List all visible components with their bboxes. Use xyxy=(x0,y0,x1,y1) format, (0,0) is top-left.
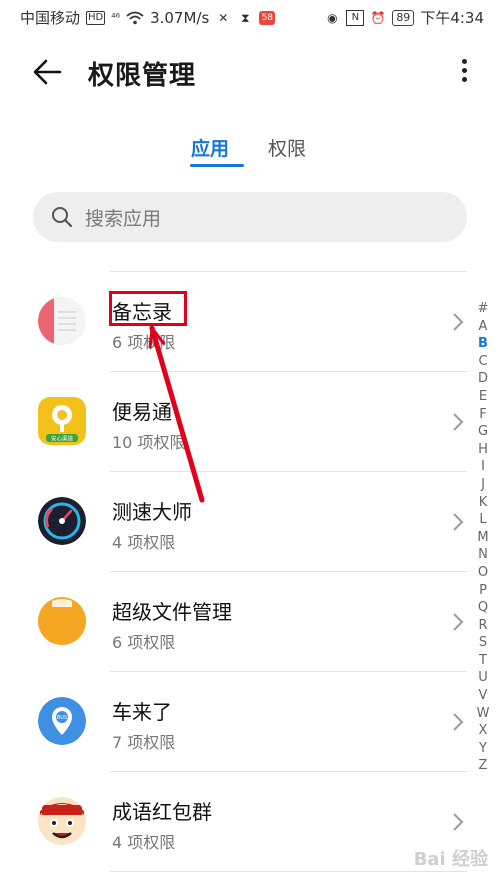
tab-permissions[interactable]: 权限 xyxy=(268,134,306,161)
index-letter[interactable]: T xyxy=(474,652,492,670)
more-options-icon[interactable] xyxy=(454,56,474,90)
bianyitong-icon: 安心渠道 xyxy=(38,397,86,445)
index-letter[interactable]: J xyxy=(474,476,492,494)
chevron-right-icon xyxy=(453,613,464,631)
index-letter[interactable]: M xyxy=(474,529,492,547)
folder-icon xyxy=(38,597,86,645)
network-speed: 3.07M/s xyxy=(150,8,210,27)
app-name: 测速大师 xyxy=(112,500,192,524)
index-letter[interactable]: H xyxy=(474,441,492,459)
idiom-character-icon xyxy=(38,797,86,845)
app-name: 车来了 xyxy=(112,700,172,724)
index-letter[interactable]: Q xyxy=(474,599,492,617)
index-letter[interactable]: Z xyxy=(474,757,492,775)
permission-count: 6 项权限 xyxy=(112,333,176,352)
index-letter[interactable]: G xyxy=(474,423,492,441)
alarm-icon: ⏰ xyxy=(370,10,386,25)
tab-bar: 应用 权限 xyxy=(0,130,500,170)
annotation-highlight-box xyxy=(109,291,187,326)
app-name: 成语红包群 xyxy=(112,800,212,824)
active-tab-indicator xyxy=(190,164,244,167)
status-bar: 中国移动 HD ⁴⁶ 3.07M/s ✕ ⧗ 58 ◉ N ⏰ 89 下午4:3… xyxy=(0,0,500,34)
clock: 下午4:34 xyxy=(420,9,484,27)
index-letter[interactable]: N xyxy=(474,546,492,564)
index-letter[interactable]: F xyxy=(474,406,492,424)
index-letter[interactable]: W xyxy=(474,705,492,723)
carrier-label: 中国移动 xyxy=(20,9,81,27)
index-letter[interactable]: V xyxy=(474,687,492,705)
memo-icon xyxy=(38,297,86,345)
index-letter[interactable]: I xyxy=(474,458,492,476)
permission-count: 4 项权限 xyxy=(112,833,176,852)
list-item[interactable]: 成语红包群 4 项权限 xyxy=(0,772,480,872)
index-letter[interactable]: E xyxy=(474,388,492,406)
chevron-right-icon xyxy=(453,713,464,731)
index-letter[interactable]: P xyxy=(474,582,492,600)
speedometer-icon xyxy=(38,497,86,545)
hourglass-icon: ⧗ xyxy=(241,10,250,25)
eye-icon: ◉ xyxy=(327,10,338,25)
permission-count: 10 项权限 xyxy=(112,433,186,452)
search-placeholder: 搜索应用 xyxy=(85,208,162,230)
back-arrow-icon[interactable] xyxy=(30,54,66,90)
list-item[interactable]: 超级文件管理 6 项权限 xyxy=(0,572,480,672)
tab-apps[interactable]: 应用 xyxy=(191,134,229,161)
list-item[interactable]: 备忘录 6 项权限 xyxy=(0,272,480,372)
index-letter[interactable]: X xyxy=(474,722,492,740)
page-title: 权限管理 xyxy=(88,61,197,91)
bus-pin-icon: BUS xyxy=(38,697,86,745)
battery-icon: 89 xyxy=(392,9,415,26)
index-letter[interactable]: L xyxy=(474,511,492,529)
index-letter[interactable]: S xyxy=(474,634,492,652)
index-letter[interactable]: U xyxy=(474,669,492,687)
permission-count: 6 项权限 xyxy=(112,633,176,652)
app-name: 便易通 xyxy=(112,400,172,424)
index-letter[interactable]: K xyxy=(474,494,492,512)
list-item[interactable]: BUS 车来了 7 项权限 xyxy=(0,672,480,772)
app-bar: 权限管理 xyxy=(0,40,500,106)
alphabet-index[interactable]: # A B C D E F G H I J K L M N O P Q R S T U V W X Y Z xyxy=(474,300,492,775)
icon-caption: BUS xyxy=(57,715,67,721)
index-letter[interactable]: R xyxy=(474,617,492,635)
nfc-icon: N xyxy=(346,9,365,26)
index-letter[interactable]: C xyxy=(474,353,492,371)
app-name: 超级文件管理 xyxy=(112,600,232,624)
chevron-right-icon xyxy=(453,313,464,331)
index-letter[interactable]: D xyxy=(474,370,492,388)
index-letter[interactable]: Y xyxy=(474,740,492,758)
index-letter[interactable]: O xyxy=(474,564,492,582)
list-item[interactable]: 安心渠道 便易通 10 项权限 xyxy=(0,372,480,472)
index-letter[interactable]: # xyxy=(474,300,492,318)
icon-caption: 安心渠道 xyxy=(51,435,74,443)
app-notification-icon: 58 xyxy=(259,10,276,25)
list-item[interactable]: 测速大师 4 项权限 xyxy=(0,472,480,572)
chevron-right-icon xyxy=(453,413,464,431)
missed-call-icon: ✕ xyxy=(218,10,229,25)
divider xyxy=(110,871,467,872)
chevron-right-icon xyxy=(453,813,464,831)
hd-badge: HD xyxy=(86,10,106,25)
search-icon xyxy=(52,207,73,228)
permission-count: 7 项权限 xyxy=(112,733,176,752)
network-type-label: ⁴⁶ xyxy=(111,11,121,24)
app-list: 备忘录 6 项权限 安心渠道 便易通 10 项权限 测速大师 4 项权限 超级文… xyxy=(0,272,480,872)
index-letter[interactable]: A xyxy=(474,318,492,336)
watermark: Bai 经验 xyxy=(413,849,488,870)
wifi-icon xyxy=(126,11,144,24)
index-letter[interactable]: B xyxy=(474,335,492,353)
chevron-right-icon xyxy=(453,513,464,531)
search-input[interactable]: 搜索应用 xyxy=(33,192,467,242)
permission-count: 4 项权限 xyxy=(112,533,176,552)
